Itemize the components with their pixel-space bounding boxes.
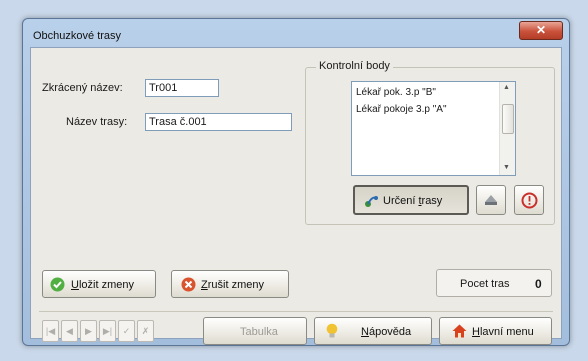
dialog-client-area: Zkrácený název: Tr001 Název trasy: Trasa… <box>30 47 562 345</box>
save-label-accel: U <box>71 279 79 291</box>
define-route-label-post: rasy <box>421 195 443 207</box>
list-scrollbar[interactable]: ▲ ▼ <box>499 82 515 175</box>
checkmark-icon <box>50 277 65 292</box>
route-icon <box>365 196 378 207</box>
cancel-label-rest: rušit zmeny <box>207 279 264 291</box>
close-icon: ✕ <box>535 23 547 37</box>
route-name-input[interactable]: Trasa č.001 <box>145 113 292 131</box>
nav-prev-button[interactable]: ◀ <box>61 320 78 342</box>
cancel-changes-button[interactable]: Zrušit zmeny <box>171 270 289 298</box>
nav-last-button[interactable]: ▶| <box>99 320 116 342</box>
checkpoints-group: Kontrolní body Lékař pok. 3.p "B" Lékař … <box>305 60 555 225</box>
define-route-label-pre: Určení <box>383 195 419 207</box>
table-button-label: Tabulka <box>240 326 278 338</box>
help-label-rest: ápověda <box>368 326 412 338</box>
nav-confirm-button[interactable]: ✓ <box>118 320 135 342</box>
route-count-value: 0 <box>535 277 542 291</box>
list-item[interactable]: Lékař pok. 3.p "B" <box>356 87 436 98</box>
short-name-input[interactable]: Tr001 <box>145 79 219 97</box>
route-count-label: Pocet tras <box>460 278 510 290</box>
route-name-label: Název trasy: <box>66 116 128 128</box>
help-label-accel: N <box>361 326 369 338</box>
close-button[interactable]: ✕ <box>519 21 563 40</box>
cancel-label-accel: Z <box>201 279 208 291</box>
home-icon <box>452 324 467 338</box>
list-item[interactable]: Lékař pokoje 3.p "A" <box>356 104 447 115</box>
printer-icon <box>485 195 497 205</box>
main-menu-label-accel: H <box>472 326 480 338</box>
help-button[interactable]: Nápověda <box>314 317 432 345</box>
nav-next-button[interactable]: ▶ <box>80 320 97 342</box>
alert-button[interactable] <box>514 185 544 215</box>
dialog-window: Obchuzkové trasy ✕ Zkrácený název: Tr001… <box>22 18 570 346</box>
title-bar[interactable]: Obchuzkové trasy ✕ <box>23 19 569 49</box>
save-label-rest: ložit zmeny <box>78 279 134 291</box>
cancel-icon <box>181 277 196 292</box>
footer-divider <box>39 311 553 312</box>
nav-first-button[interactable]: |◀ <box>42 320 59 342</box>
save-changes-button[interactable]: Uložit zmeny <box>42 270 156 298</box>
checkpoints-list[interactable]: Lékař pok. 3.p "B" Lékař pokoje 3.p "A" … <box>351 81 516 176</box>
define-route-button[interactable]: Určení trasy <box>353 185 469 215</box>
scroll-thumb[interactable] <box>502 104 514 134</box>
scroll-down-icon[interactable]: ▼ <box>503 164 510 171</box>
nav-discard-button[interactable]: ✗ <box>137 320 154 342</box>
alert-circle-icon <box>521 192 538 209</box>
table-button[interactable]: Tabulka <box>203 317 307 345</box>
print-button[interactable] <box>476 185 506 215</box>
scroll-up-icon[interactable]: ▲ <box>503 84 510 91</box>
window-title: Obchuzkové trasy <box>33 30 122 42</box>
route-count-panel: Pocet tras 0 <box>436 269 552 297</box>
checkpoints-group-title: Kontrolní body <box>316 60 393 72</box>
lightbulb-icon <box>326 323 338 338</box>
main-menu-button[interactable]: Hlavní menu <box>439 317 552 345</box>
main-menu-label-rest: lavní menu <box>479 326 534 338</box>
short-name-label: Zkrácený název: <box>42 82 123 94</box>
